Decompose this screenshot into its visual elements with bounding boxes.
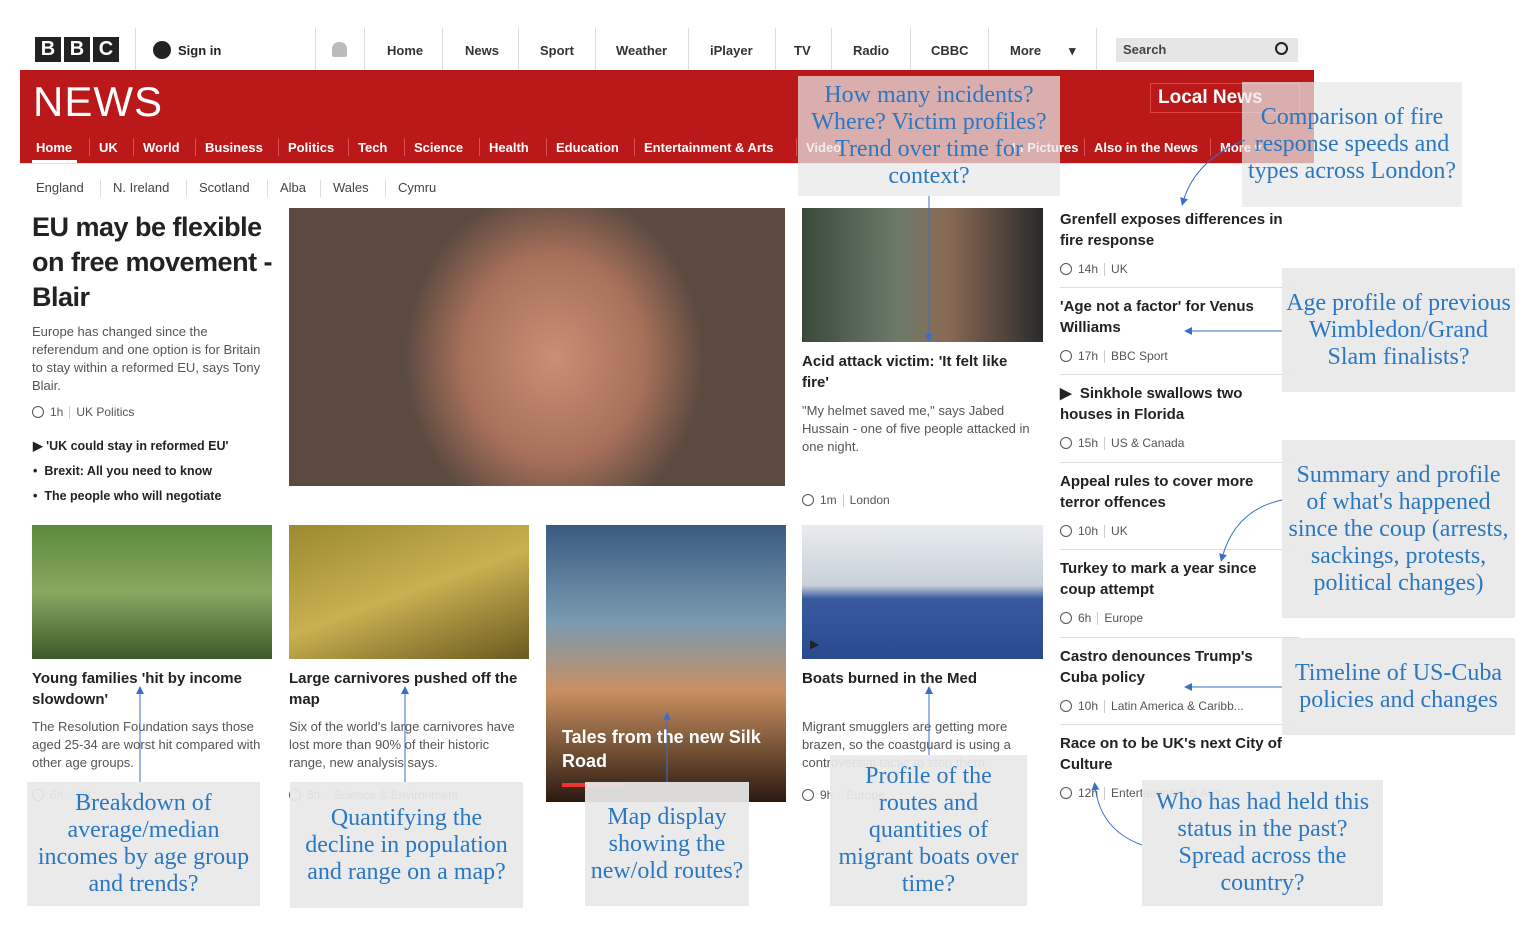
annotation-arrows xyxy=(136,139,1283,846)
